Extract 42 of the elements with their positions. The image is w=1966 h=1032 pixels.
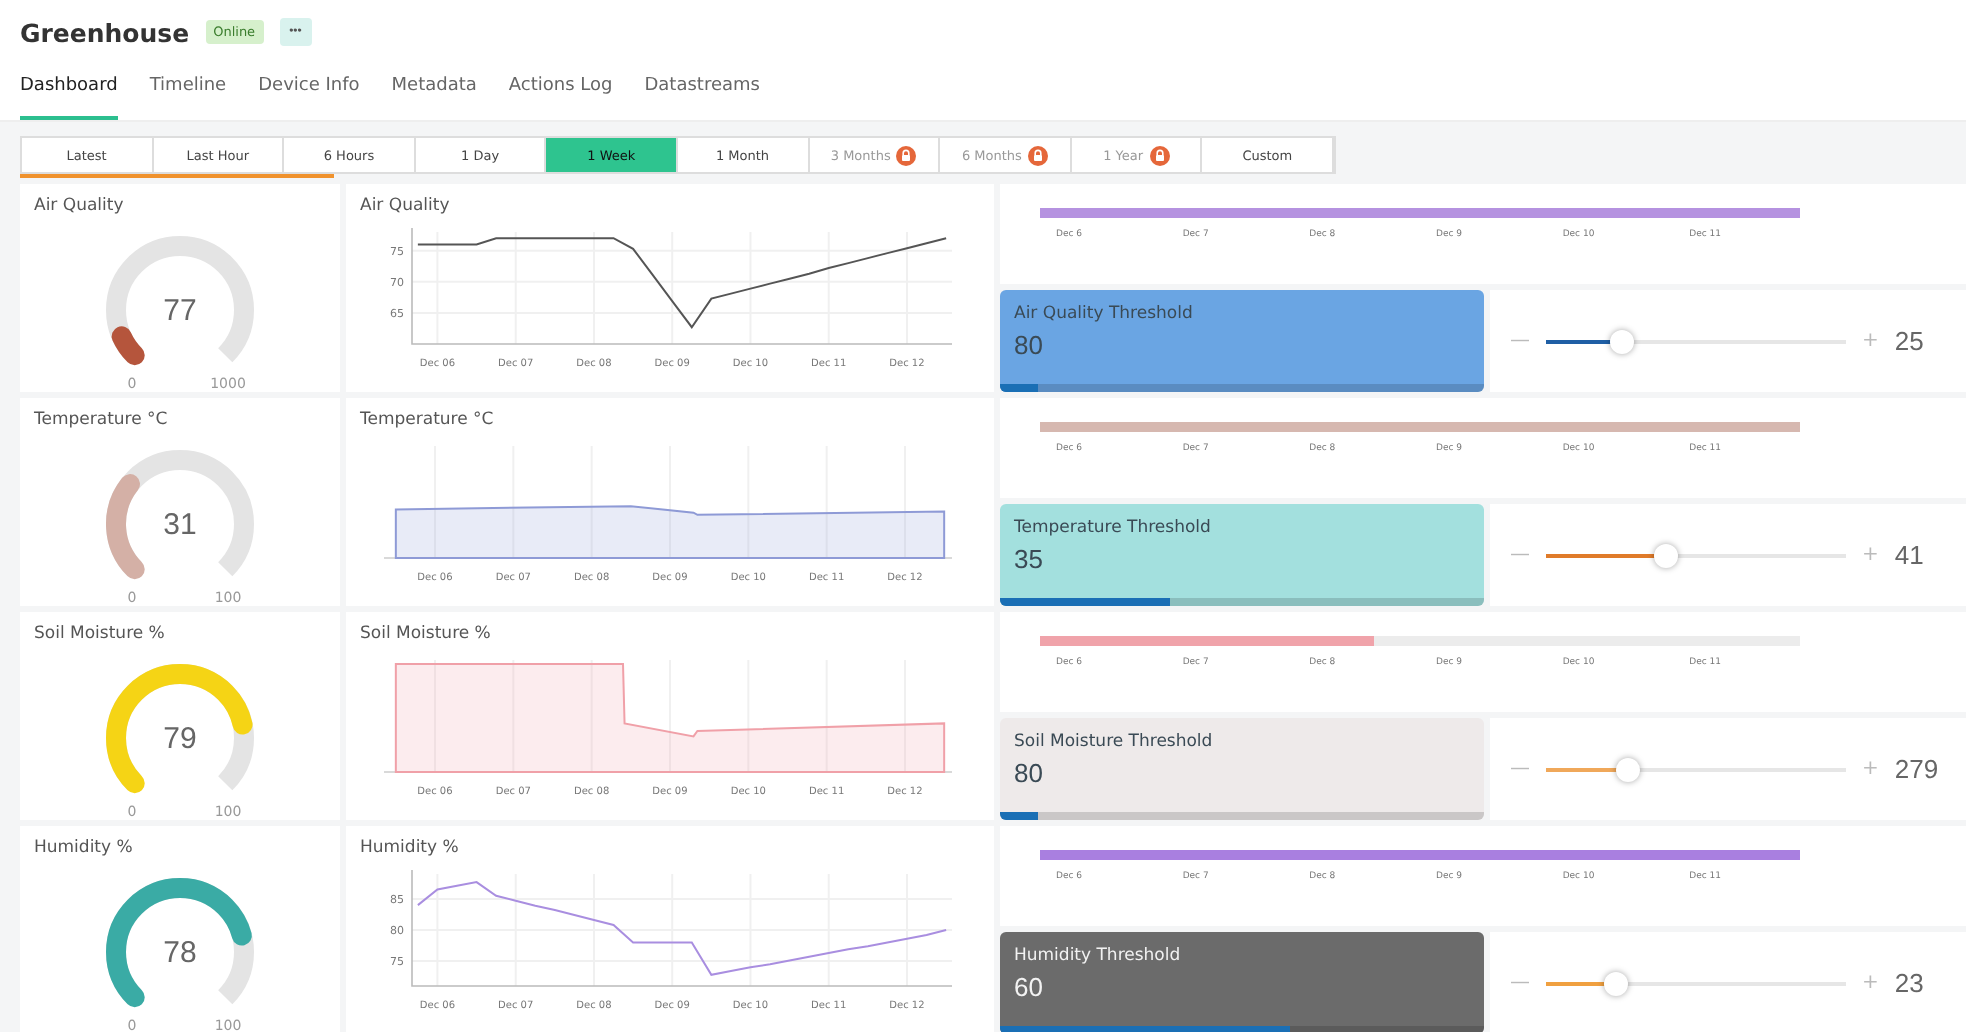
card-title: Soil Moisture %: [34, 624, 167, 644]
card-title: Temperature °C: [360, 410, 496, 430]
slider-value: 279: [1894, 754, 1939, 784]
slider-thumb[interactable]: [1603, 971, 1627, 995]
tab[interactable]: Datastreams: [644, 72, 760, 120]
tab[interactable]: Dashboard: [20, 72, 118, 120]
slider-value: 25: [1894, 326, 1924, 356]
card-title: Air Quality: [360, 196, 452, 216]
threshold-value: 35: [1014, 544, 1045, 574]
threshold-card[interactable]: Humidity Threshold 60: [1000, 932, 1484, 1032]
slider-track[interactable]: [1546, 329, 1846, 353]
tab[interactable]: Actions Log: [508, 72, 613, 120]
threshold-card[interactable]: Air Quality Threshold 80: [1000, 290, 1484, 392]
threshold-title: Temperature Threshold: [1014, 518, 1213, 538]
card-title: Humidity %: [360, 838, 461, 858]
slider-track[interactable]: [1546, 757, 1846, 781]
device-title: Greenhouse: [20, 17, 190, 47]
slider-thumb[interactable]: [1654, 543, 1678, 567]
threshold-card[interactable]: Temperature Threshold 35: [1000, 504, 1484, 606]
slider-value: 41: [1894, 540, 1924, 570]
threshold-value: 80: [1014, 330, 1045, 360]
threshold-value: 80: [1014, 758, 1045, 788]
card-title: Humidity %: [34, 838, 135, 858]
slider-track[interactable]: [1546, 543, 1846, 567]
threshold-value: 60: [1014, 972, 1045, 1002]
slider-thumb[interactable]: [1615, 757, 1639, 781]
lock-icon: [896, 145, 917, 165]
slider-value: 23: [1894, 968, 1924, 998]
threshold-title: Air Quality Threshold: [1014, 304, 1195, 324]
card-title: Soil Moisture %: [360, 624, 493, 644]
tab[interactable]: Metadata: [391, 72, 477, 120]
tab[interactable]: Timeline: [149, 72, 227, 120]
threshold-card[interactable]: Soil Moisture Threshold 80: [1000, 718, 1484, 820]
slider-track[interactable]: [1546, 971, 1846, 995]
tab[interactable]: Device Info: [258, 72, 360, 120]
threshold-title: Soil Moisture Threshold: [1014, 732, 1215, 752]
lock-icon: [1149, 145, 1170, 165]
slider-thumb[interactable]: [1609, 329, 1633, 353]
threshold-title: Humidity Threshold: [1014, 946, 1183, 966]
lock-icon: [1027, 145, 1048, 165]
card-title: Air Quality: [34, 196, 126, 216]
card-title: Temperature °C: [34, 410, 170, 430]
